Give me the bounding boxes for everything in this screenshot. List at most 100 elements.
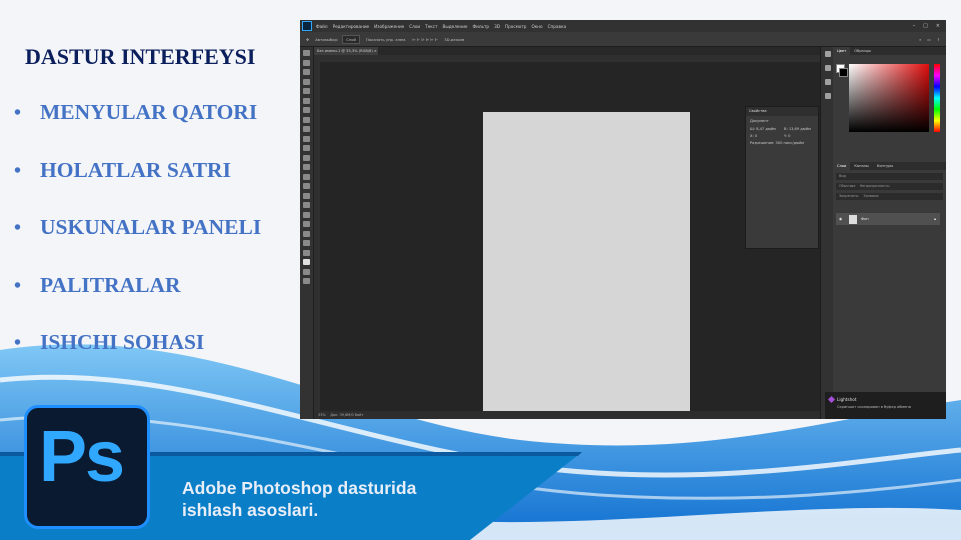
healing-tool-icon[interactable] <box>303 116 310 123</box>
height-field[interactable]: В: 13,69 дюйм <box>784 127 814 131</box>
menu-item-3d[interactable]: 3D <box>494 24 500 29</box>
slide-title: DASTUR INTERFEYSI <box>25 44 256 69</box>
zoom-tool-icon[interactable] <box>303 240 310 246</box>
tab-layers[interactable]: Слои <box>833 162 851 170</box>
crop-tool-icon[interactable] <box>303 88 310 94</box>
document-tab[interactable]: Без имени-1 @ 33,3% (RGB/8) × <box>314 47 378 55</box>
screen-mode-icon[interactable] <box>303 278 310 284</box>
more-tools-icon[interactable] <box>303 249 310 256</box>
gradient-tool-icon[interactable] <box>303 164 310 170</box>
fill-label[interactable]: Заливка: <box>863 194 879 198</box>
properties-icon[interactable] <box>824 93 831 99</box>
layer-row[interactable]: ◉ Фон 🔒︎ <box>836 213 940 225</box>
document-canvas[interactable] <box>483 112 690 419</box>
width-field[interactable]: Ш: 8,47 дюйм <box>750 127 780 131</box>
menu-item-window[interactable]: Окно <box>531 24 542 29</box>
properties-panel: Свойства Документ Ш: 8,47 дюйм В: 13,69 … <box>745 106 819 249</box>
dodge-tool-icon[interactable] <box>303 183 310 189</box>
right-panels: Цвет Образцы Слои Каналы Контуры Вид Обы… <box>833 47 946 419</box>
menu-item-image[interactable]: Изображение <box>374 24 404 29</box>
autoselect-label[interactable]: Автовыбор: <box>315 37 338 42</box>
search-icon[interactable]: ⌕ <box>919 37 921 42</box>
tab-channels[interactable]: Каналы <box>850 162 872 170</box>
y-field[interactable]: Y: 0 <box>784 134 814 138</box>
banner-caption: Adobe Photoshop dasturida ishlash asosla… <box>182 477 416 521</box>
collapsed-panels-strip <box>820 47 834 419</box>
layers-panel-tabs: Слои Каналы Контуры <box>833 162 946 170</box>
color-panel-tabs: Цвет Образцы <box>833 47 946 55</box>
lightshot-notification[interactable]: Lightshot Скриншот скопирован в буфер об… <box>825 392 946 419</box>
layers-panel: Слои Каналы Контуры Вид Обычные Непрозра… <box>833 162 946 392</box>
color-swatch-icon[interactable] <box>303 259 310 265</box>
layer-filter-select[interactable]: Вид <box>836 173 943 180</box>
blend-mode-value[interactable]: Обычные <box>839 184 855 188</box>
menu-item-filter[interactable]: Фильтр <box>473 24 490 29</box>
align-icons[interactable]: ⊨ ⊩ ⊪ ⊫ ⊨ ⊩ <box>412 37 438 42</box>
eyedropper-tool-icon[interactable] <box>303 107 310 113</box>
marquee-tool-icon[interactable] <box>303 59 310 66</box>
stamp-tool-icon[interactable] <box>303 135 310 142</box>
bullet-list: • MENYULAR QATORI • HOLATLAR SATRI • USKUNA… <box>14 100 261 388</box>
minimize-button[interactable]: – <box>913 23 916 29</box>
character-icon[interactable] <box>824 79 831 85</box>
background-color-swatch[interactable] <box>839 68 848 77</box>
ps-app-icon <box>302 21 312 31</box>
menu-item-file[interactable]: Файл <box>316 24 328 29</box>
menu-item-type[interactable]: Текст <box>425 24 437 29</box>
lock-label[interactable]: Закрепить: <box>839 194 859 198</box>
bullet-symbol: • <box>14 159 22 182</box>
menu-item-view[interactable]: Просмотр <box>505 24 527 29</box>
bullet-item: • PALITRALAR <box>14 273 261 331</box>
brush-settings-icon[interactable] <box>824 65 831 71</box>
menu-item-edit[interactable]: Редактирование <box>333 24 370 29</box>
options-right-icons: ⌕ ▭ ⇪ <box>919 37 940 42</box>
zoom-level[interactable]: 33% <box>318 413 326 417</box>
type-tool-icon[interactable] <box>303 202 310 208</box>
menu-item-select[interactable]: Выделение <box>443 24 468 29</box>
tab-paths[interactable]: Контуры <box>873 162 897 170</box>
tools-panel <box>300 47 314 419</box>
bullet-text: ISHCHI SOHASI <box>40 330 205 354</box>
quick-select-tool-icon[interactable] <box>303 78 310 85</box>
eraser-tool-icon[interactable] <box>303 154 310 161</box>
brush-tool-icon[interactable] <box>303 126 310 132</box>
menu-bar: Файл Редактирование Изображение Слои Тек… <box>300 20 946 32</box>
move-tool-icon[interactable] <box>303 50 310 56</box>
tab-color[interactable]: Цвет <box>833 47 851 55</box>
blur-tool-icon[interactable] <box>303 173 310 180</box>
options-bar: ✥ Автовыбор: Слой Показать упр. элем. ⊨ … <box>300 32 946 47</box>
hue-slider[interactable] <box>934 64 940 132</box>
color-picker-field[interactable] <box>849 64 929 132</box>
properties-panel-title[interactable]: Свойства <box>746 107 818 116</box>
hand-tool-icon[interactable] <box>303 230 310 237</box>
show-transform-checkbox[interactable]: Показать упр. элем. <box>366 37 406 42</box>
history-icon[interactable] <box>824 51 831 57</box>
autoselect-dropdown[interactable]: Слой <box>342 34 361 44</box>
share-icon[interactable]: ⇪ <box>937 37 940 42</box>
banner-line-2: ishlash asoslari. <box>182 500 319 520</box>
close-button[interactable]: × <box>936 23 940 29</box>
blend-mode-select: Обычные Непрозрачность: <box>836 183 943 190</box>
frame-tool-icon[interactable] <box>303 97 310 104</box>
pen-tool-icon[interactable] <box>303 192 310 199</box>
mode-3d-label[interactable]: 3D-режим <box>444 37 464 42</box>
path-select-tool-icon[interactable] <box>303 211 310 218</box>
workspace-icon[interactable]: ▭ <box>927 37 931 42</box>
opacity-label[interactable]: Непрозрачность: <box>860 184 890 188</box>
visibility-eye-icon[interactable]: ◉ <box>839 217 845 221</box>
shape-tool-icon[interactable] <box>303 221 310 227</box>
history-brush-tool-icon[interactable] <box>303 145 310 151</box>
move-tool-icon[interactable]: ✥ <box>306 37 309 42</box>
tab-swatches[interactable]: Образцы <box>850 47 875 55</box>
window-controls: – □ × <box>913 23 940 29</box>
menu-item-layers[interactable]: Слои <box>409 24 420 29</box>
status-bar: 33% Док: 39,6М/0 байт <box>314 411 820 419</box>
quick-mask-icon[interactable] <box>303 268 310 275</box>
properties-subtitle: Документ <box>750 119 769 123</box>
menu-item-help[interactable]: Справка <box>548 24 566 29</box>
x-field[interactable]: X: 0 <box>750 134 780 138</box>
lasso-tool-icon[interactable] <box>303 69 310 75</box>
bullet-item: • HOLATLAR SATRI <box>14 158 261 216</box>
maximize-button[interactable]: □ <box>923 23 928 29</box>
resolution-field[interactable]: Разрешение: 300 пикс/дюйм <box>746 138 818 145</box>
